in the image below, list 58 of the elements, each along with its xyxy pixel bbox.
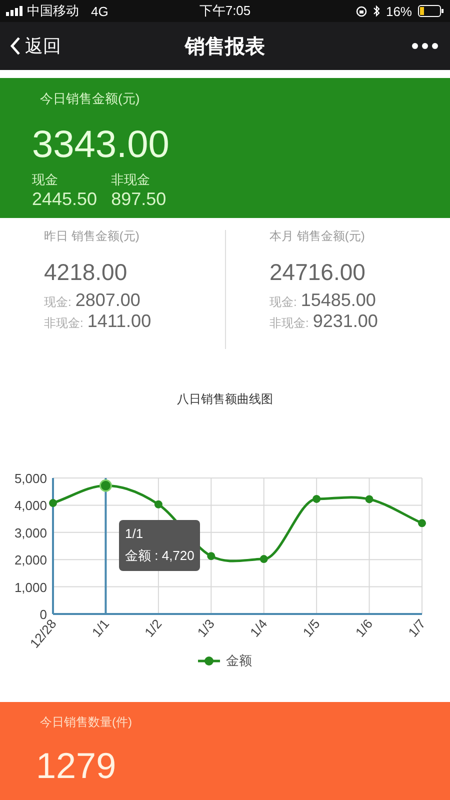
- noncash-amount: 897.50: [111, 189, 166, 210]
- data-point[interactable]: [99, 479, 112, 492]
- sales-amount: 3343.00: [32, 124, 170, 167]
- chart-title: 八日销售额曲线图: [177, 391, 273, 408]
- payment-amount: 1411.00: [87, 311, 152, 332]
- clock-text: 下午7:05: [199, 2, 251, 20]
- x-axis-label: 1/3: [194, 616, 218, 640]
- cash-label: 现金: [32, 171, 59, 189]
- noncash-label: 非现金: [111, 171, 152, 189]
- battery-text: 16%: [386, 4, 412, 18]
- quantity-amount: 1279: [36, 745, 118, 787]
- data-point[interactable]: [418, 519, 426, 528]
- y-axis-label: 0: [40, 607, 47, 622]
- carrier-text: 中国移动: [27, 2, 79, 20]
- network-text: 4G: [91, 4, 108, 18]
- payment-label: 非现金:: [270, 315, 309, 332]
- card-label: 今日销售数量(件): [40, 714, 133, 731]
- tooltip-title: 1/1: [125, 526, 144, 541]
- cash-amount: 2445.50: [32, 189, 98, 210]
- payment-label: 现金:: [44, 294, 72, 311]
- y-axis-label: 2,000: [14, 552, 47, 568]
- x-axis-label: 1/5: [300, 616, 323, 640]
- y-axis-label: 4,000: [14, 498, 47, 514]
- payment-label: 非现金:: [44, 315, 84, 332]
- payment-label: 现金:: [270, 294, 297, 311]
- payment-amount: 2807.00: [75, 290, 140, 311]
- x-axis-label: 1/4: [247, 616, 270, 640]
- legend-label[interactable]: 金额: [226, 652, 252, 670]
- period-label: 昨日 销售金额(元): [44, 228, 140, 245]
- y-axis-label: 5,000: [14, 471, 47, 486]
- data-point[interactable]: [154, 500, 162, 508]
- period-amount: 24716.00: [270, 259, 366, 286]
- chevron-left-icon: [10, 36, 21, 56]
- card-label: 今日销售金额(元): [40, 90, 141, 108]
- data-point[interactable]: [365, 495, 374, 504]
- period-label: 本月 销售金额(元): [270, 228, 366, 245]
- payment-amount: 9231.00: [312, 311, 378, 332]
- back-button[interactable]: 返回: [10, 34, 61, 58]
- data-point[interactable]: [260, 555, 268, 564]
- data-point[interactable]: [312, 494, 321, 503]
- more-icon[interactable]: [412, 43, 438, 49]
- bluetooth-icon: [372, 5, 380, 17]
- payment-amount: 15485.00: [300, 290, 376, 311]
- signal-icon: [6, 6, 23, 16]
- battery-icon: [418, 5, 444, 17]
- page-title: 销售报表: [185, 34, 265, 60]
- x-axis-label: 1/2: [142, 616, 165, 640]
- tooltip-value: 金额 : 4,720: [125, 547, 194, 565]
- x-axis-label: 1/6: [352, 616, 376, 640]
- data-point[interactable]: [207, 552, 216, 560]
- data-point[interactable]: [49, 499, 57, 508]
- y-axis-label: 1,000: [14, 580, 47, 595]
- x-axis-label: 1/1: [88, 616, 112, 640]
- x-axis-label: 1/7: [405, 616, 428, 640]
- period-amount: 4218.00: [44, 259, 128, 286]
- rotation-lock-icon: [356, 6, 367, 16]
- y-axis-label: 3,000: [14, 525, 47, 540]
- legend-marker-icon: [198, 656, 220, 666]
